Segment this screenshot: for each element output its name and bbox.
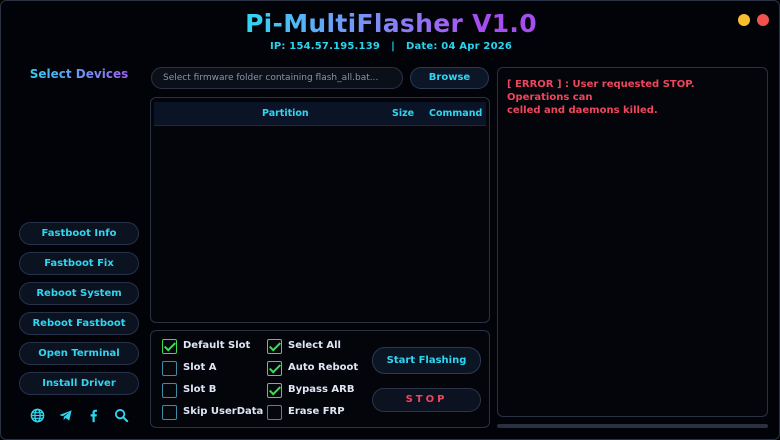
info-line: IP: 154.57.195.139 | Date: 04 Apr 2026	[1, 41, 779, 52]
checkbox-box[interactable]	[267, 361, 282, 376]
auto-reboot-label: Auto Reboot	[288, 362, 359, 373]
app-title-version: V1.0	[472, 9, 537, 38]
log-output: [ ERROR ] : User requested STOP. Operati…	[507, 78, 759, 117]
bypass-arb-label: Bypass ARB	[288, 384, 355, 395]
checkbox-box[interactable]	[162, 405, 177, 420]
options-panel: Default Slot Slot A Slot B Skip UserData…	[150, 330, 490, 428]
skip-userdata-label: Skip UserData	[183, 406, 264, 417]
log-panel: [ ERROR ] : User requested STOP. Operati…	[497, 67, 768, 417]
date-label: Date:	[405, 41, 438, 52]
partition-table: Partition Size Command	[150, 97, 490, 323]
ip-value: 154.57.195.139	[289, 41, 381, 52]
select-all-label: Select All	[288, 340, 341, 351]
telegram-icon[interactable]	[57, 408, 73, 424]
install-driver-button[interactable]: Install Driver	[19, 372, 139, 395]
column-command[interactable]: Command	[429, 102, 482, 126]
checkbox-box[interactable]	[162, 383, 177, 398]
erase-frp-label: Erase FRP	[288, 406, 345, 417]
reboot-fastboot-button[interactable]: Reboot Fastboot	[19, 312, 139, 335]
firmware-folder-input[interactable]: Select firmware folder containing flash_…	[151, 67, 403, 89]
slot-b-label: Slot B	[183, 384, 217, 395]
column-size[interactable]: Size	[392, 102, 414, 126]
search-icon[interactable]	[113, 408, 129, 424]
app-title-name: Pi-MultiFlasher	[245, 9, 464, 38]
checkbox-box[interactable]	[162, 339, 177, 354]
slot-a-label: Slot A	[183, 362, 217, 373]
globe-icon[interactable]	[29, 408, 45, 424]
start-flashing-button[interactable]: Start Flashing	[372, 347, 481, 374]
minimize-button[interactable]	[738, 14, 750, 26]
reboot-system-button[interactable]: Reboot System	[19, 282, 139, 305]
fastboot-info-button[interactable]: Fastboot Info	[19, 222, 139, 245]
close-button[interactable]	[757, 14, 769, 26]
default-slot-label: Default Slot	[183, 340, 251, 351]
fastboot-fix-button[interactable]: Fastboot Fix	[19, 252, 139, 275]
facebook-icon[interactable]	[85, 408, 101, 424]
log-line: celled and daemons killed.	[507, 105, 658, 116]
stop-button[interactable]: STOP	[372, 388, 481, 412]
checkbox-box[interactable]	[267, 405, 282, 420]
app-title: Pi-MultiFlasher V1.0	[1, 9, 779, 38]
progress-bar	[497, 424, 768, 428]
date-value: 04 Apr 2026	[441, 41, 513, 52]
checkbox-box[interactable]	[162, 361, 177, 376]
ip-label: IP:	[269, 41, 286, 52]
log-line: [ ERROR ] : User requested STOP. Operati…	[507, 79, 695, 103]
open-terminal-button[interactable]: Open Terminal	[19, 342, 139, 365]
browse-button[interactable]: Browse	[410, 67, 489, 89]
column-partition[interactable]: Partition	[262, 102, 309, 126]
select-devices-label: Select Devices	[19, 67, 139, 81]
partition-table-header: Partition Size Command	[154, 102, 486, 126]
app-window: Pi-MultiFlasher V1.0 IP: 154.57.195.139 …	[0, 0, 780, 440]
info-separator: |	[391, 41, 395, 52]
checkbox-box[interactable]	[267, 339, 282, 354]
checkbox-box[interactable]	[267, 383, 282, 398]
